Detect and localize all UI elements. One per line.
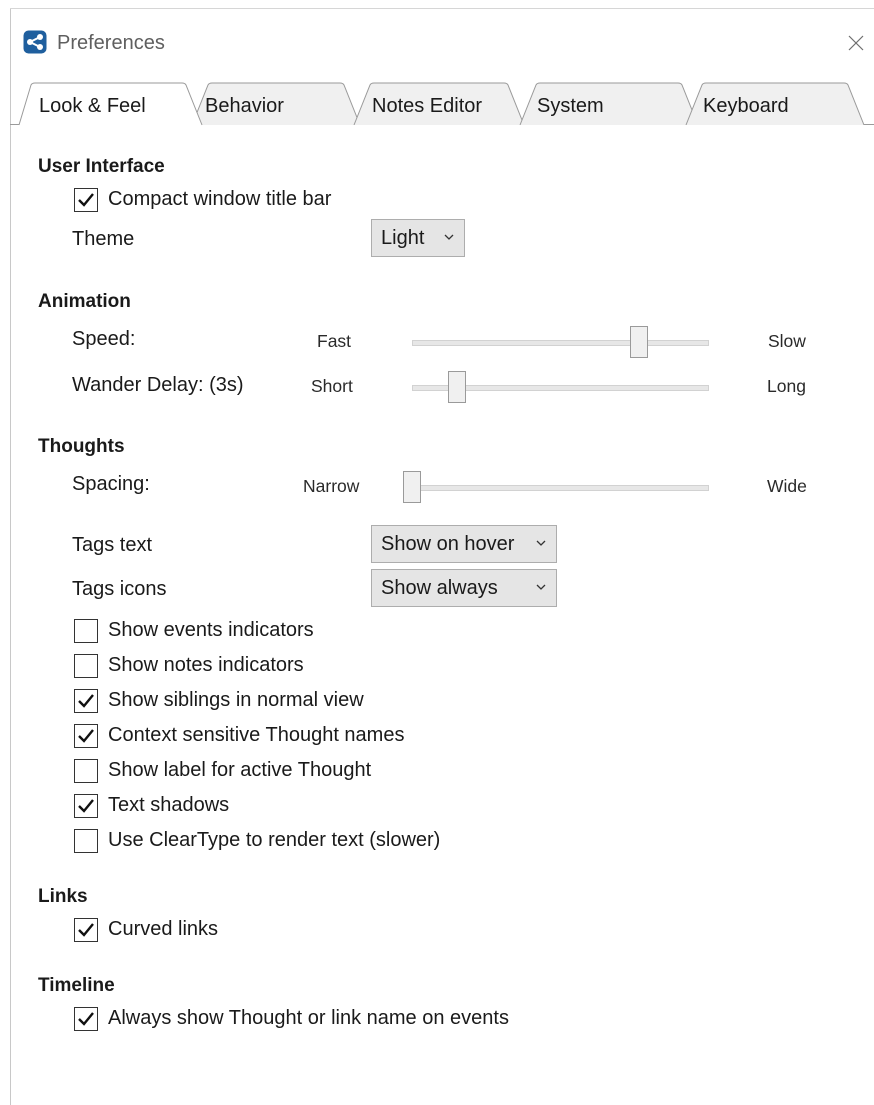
- app-logo-icon: [23, 30, 47, 54]
- speed-slider[interactable]: [412, 326, 709, 360]
- slider-track: [412, 340, 709, 346]
- spacing-max-label: Wide: [767, 476, 807, 496]
- spacing-min-label: Narrow: [303, 476, 360, 496]
- tab-notes-editor[interactable]: Notes Editor: [352, 80, 530, 125]
- section-title-timeline: Timeline: [38, 975, 115, 996]
- slider-thumb[interactable]: [630, 326, 648, 358]
- checkbox-box[interactable]: [74, 918, 98, 942]
- wander-delay-slider[interactable]: [412, 371, 709, 405]
- title-bar[interactable]: Preferences: [0, 8, 874, 60]
- window-title: Preferences: [57, 32, 165, 54]
- section-title-links: Links: [38, 886, 88, 907]
- checkbox-box[interactable]: [74, 689, 98, 713]
- tab-label: Look & Feel: [39, 95, 146, 117]
- spacing-label: Spacing:: [72, 473, 150, 495]
- tab-label: Behavior: [205, 95, 284, 117]
- theme-dropdown[interactable]: Light: [371, 219, 465, 257]
- dropdown-value: Show on hover: [381, 533, 515, 555]
- tags-text-dropdown[interactable]: Show on hover: [371, 525, 557, 563]
- preferences-window: Preferences Behavior Notes Editor System…: [0, 0, 874, 1105]
- checkbox-box[interactable]: [74, 619, 98, 643]
- tab-system[interactable]: System: [518, 80, 704, 125]
- checkmark-icon: [78, 1012, 94, 1026]
- tags-text-label: Tags text: [72, 534, 153, 556]
- checkbox-box[interactable]: [74, 724, 98, 748]
- checkmark-icon: [78, 193, 94, 207]
- checkbox-label: Show siblings in normal view: [108, 689, 364, 711]
- tags-icons-dropdown[interactable]: Show always: [371, 569, 557, 607]
- checkbox-box[interactable]: [74, 829, 98, 853]
- speed-min-label: Fast: [317, 331, 352, 351]
- chevron-down-icon: [444, 234, 454, 240]
- tab-look-and-feel[interactable]: Look & Feel: [18, 80, 208, 126]
- tab-strip: Behavior Notes Editor System Keyboard Lo…: [10, 80, 874, 126]
- checkbox-label: Compact window title bar: [108, 188, 332, 210]
- section-title-animation: Animation: [38, 291, 131, 312]
- slider-track: [403, 485, 709, 491]
- checkbox-label: Show label for active Thought: [108, 759, 372, 781]
- checkbox-label: Show events indicators: [108, 619, 314, 641]
- checkbox-label: Text shadows: [108, 794, 230, 816]
- checkmark-icon: [78, 729, 94, 743]
- checkbox-label: Show notes indicators: [108, 654, 304, 676]
- checkbox-box[interactable]: [74, 759, 98, 783]
- checkbox-box[interactable]: [74, 188, 98, 212]
- checkmark-icon: [78, 694, 94, 708]
- tab-label: System: [537, 95, 604, 117]
- checkmark-icon: [78, 799, 94, 813]
- slider-thumb[interactable]: [403, 471, 421, 503]
- spacing-slider[interactable]: [403, 471, 709, 505]
- speed-max-label: Slow: [768, 331, 806, 351]
- tab-behavior[interactable]: Behavior: [190, 80, 364, 125]
- tab-label: Keyboard: [703, 95, 789, 117]
- wander-delay-label: Wander Delay: (3s): [72, 374, 244, 396]
- slider-thumb[interactable]: [448, 371, 466, 403]
- window-border-left: [10, 8, 11, 1105]
- speed-label: Speed:: [72, 328, 136, 350]
- wander-delay-min-label: Short: [311, 376, 353, 396]
- section-title-user-interface: User Interface: [38, 156, 165, 177]
- theme-label: Theme: [72, 228, 135, 250]
- wander-delay-max-label: Long: [767, 376, 806, 396]
- tab-keyboard[interactable]: Keyboard: [684, 80, 874, 125]
- chevron-down-icon: [536, 584, 546, 590]
- checkbox-label: Context sensitive Thought names: [108, 724, 405, 746]
- close-icon[interactable]: [842, 29, 870, 57]
- tab-label: Notes Editor: [372, 95, 483, 117]
- checkbox-box[interactable]: [74, 1007, 98, 1031]
- checkbox-label: Always show Thought or link name on even…: [108, 1007, 509, 1029]
- chevron-down-icon: [536, 540, 546, 546]
- checkbox-box[interactable]: [74, 794, 98, 818]
- section-title-thoughts: Thoughts: [38, 436, 125, 457]
- checkbox-label: Curved links: [108, 918, 219, 940]
- dropdown-value: Light: [381, 227, 425, 249]
- dropdown-value: Show always: [381, 577, 498, 599]
- checkbox-box[interactable]: [74, 654, 98, 678]
- tags-icons-label: Tags icons: [72, 578, 167, 600]
- checkmark-icon: [78, 923, 94, 937]
- checkbox-label: Use ClearType to render text (slower): [108, 829, 441, 851]
